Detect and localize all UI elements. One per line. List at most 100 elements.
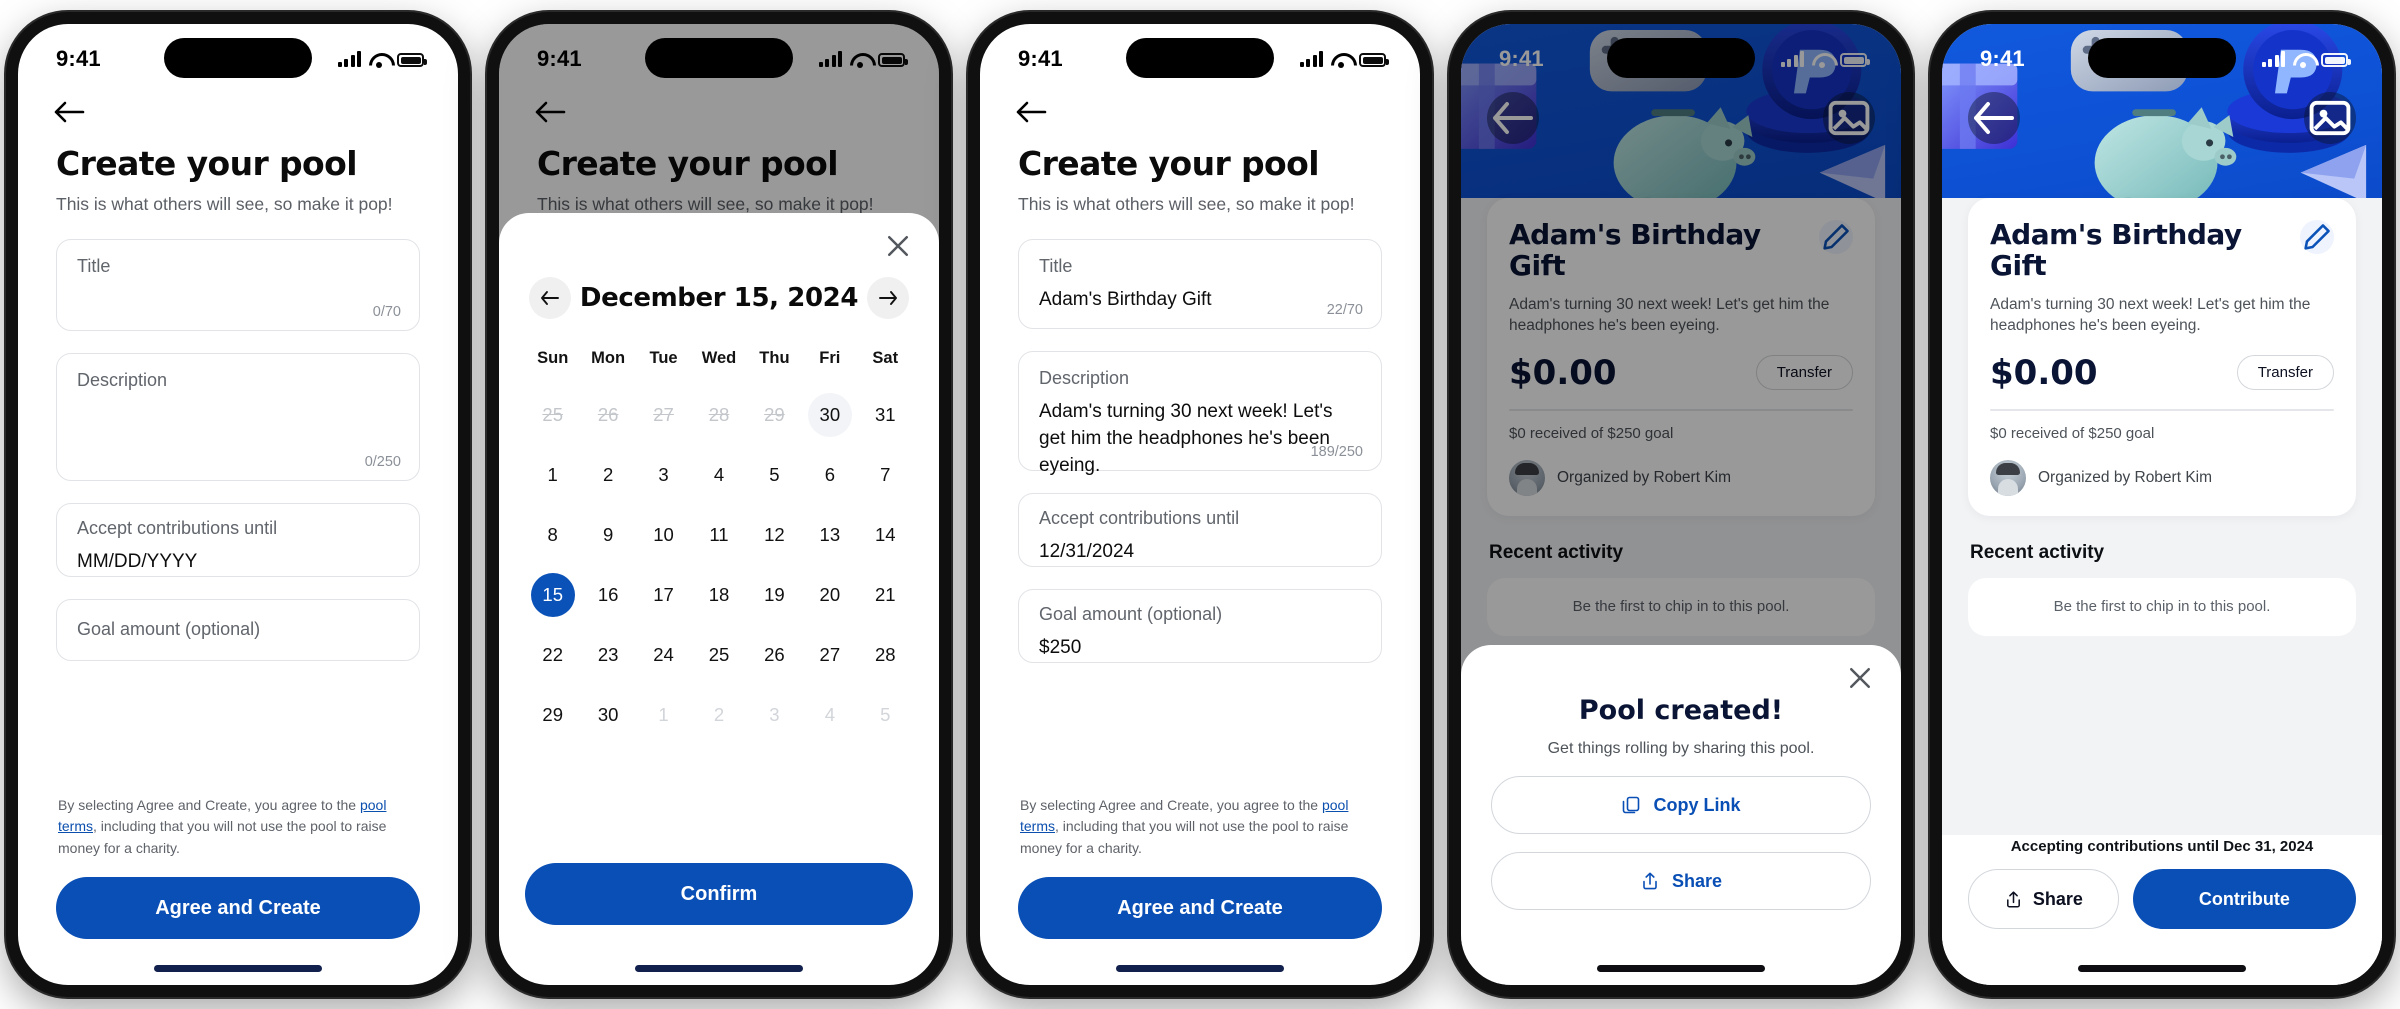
transfer-button[interactable]: Transfer bbox=[2236, 355, 2334, 391]
calendar-day-5[interactable]: 5 bbox=[752, 453, 796, 497]
arrow-right-icon bbox=[879, 291, 897, 305]
calendar-day-13[interactable]: 13 bbox=[808, 513, 852, 557]
pencil-icon bbox=[2304, 224, 2330, 250]
calendar-day-24[interactable]: 24 bbox=[642, 633, 686, 677]
status-time: 9:41 bbox=[1018, 46, 1063, 71]
calendar-day-7[interactable]: 7 bbox=[863, 453, 907, 497]
legal-text: By selecting Agree and Create, you agree… bbox=[58, 795, 418, 859]
share-icon bbox=[1643, 872, 1657, 890]
description-char-counter: 189/250 bbox=[1310, 443, 1363, 460]
calendar-day-4: 4 bbox=[824, 704, 835, 725]
calendar-day-27[interactable]: 27 bbox=[808, 633, 852, 677]
calendar-day-16[interactable]: 16 bbox=[586, 573, 630, 617]
phone-2-date-picker: 9:41 Create your pool This is what other… bbox=[487, 12, 951, 997]
battery-icon bbox=[397, 53, 427, 67]
copy-link-label: Copy Link bbox=[1653, 794, 1741, 815]
calendar-day-12[interactable]: 12 bbox=[752, 513, 796, 557]
calendar-day-30[interactable]: 30 bbox=[807, 393, 852, 437]
screen-3-content: Create your pool This is what others wil… bbox=[980, 94, 1420, 663]
edit-pool-button[interactable] bbox=[2300, 220, 2334, 254]
calendar-day-9[interactable]: 9 bbox=[586, 513, 630, 557]
goal-status-text: $0 received of $250 goal bbox=[1990, 424, 2155, 442]
screen-4: 9:41 Adam's Birthday Gift Adam's turning… bbox=[1461, 24, 1901, 985]
calendar-day-18[interactable]: 18 bbox=[697, 573, 741, 617]
calendar-day-14[interactable]: 14 bbox=[863, 513, 907, 557]
calendar-day-29[interactable]: 29 bbox=[531, 693, 575, 737]
close-date-picker-button[interactable] bbox=[883, 231, 913, 261]
calendar-cell: 2 bbox=[580, 452, 635, 498]
calendar-day-25[interactable]: 25 bbox=[697, 633, 741, 677]
screen-3-footer: By selecting Agree and Create, you agree… bbox=[980, 795, 1420, 939]
description-field[interactable]: Description 0/250 bbox=[56, 352, 420, 481]
calendar-cell: 13 bbox=[802, 512, 857, 558]
next-month-button[interactable] bbox=[867, 277, 909, 319]
agree-and-create-button[interactable]: Agree and Create bbox=[56, 877, 420, 939]
contribute-button[interactable]: Contribute bbox=[2132, 869, 2356, 929]
phone-5-pool-detail: 9:41 Adam's Birthday Gift Adam's turning… bbox=[1930, 12, 2394, 997]
accept-until-field[interactable]: Accept contributions until 12/31/2024 bbox=[1018, 492, 1382, 567]
calendar-cell: 9 bbox=[580, 512, 635, 558]
goal-progress-bar bbox=[1990, 408, 2334, 411]
calendar-cell: 11 bbox=[691, 512, 746, 558]
status-time: 9:41 bbox=[56, 46, 101, 71]
cellular-signal-icon bbox=[818, 51, 842, 67]
calendar-cell: 28 bbox=[858, 632, 913, 678]
confirm-date-button[interactable]: Confirm bbox=[525, 863, 913, 925]
prev-month-button[interactable] bbox=[529, 277, 571, 319]
date-picker-sheet: December 15, 2024 Sun Mon Tue Wed Thu Fri Sat 2… bbox=[499, 213, 939, 985]
calendar-day-20[interactable]: 20 bbox=[808, 573, 852, 617]
calendar-day-21[interactable]: 21 bbox=[863, 573, 907, 617]
share-button[interactable]: Share bbox=[1968, 869, 2119, 929]
back-button[interactable] bbox=[1968, 92, 2020, 144]
calendar-day-27: 27 bbox=[653, 404, 674, 425]
calendar-day-31[interactable]: 31 bbox=[863, 393, 907, 437]
agree-and-create-button[interactable]: Agree and Create bbox=[1018, 877, 1382, 939]
calendar-day-2[interactable]: 2 bbox=[586, 453, 630, 497]
description-field[interactable]: Description Adam's turning 30 next week!… bbox=[1018, 350, 1382, 476]
calendar-day-17[interactable]: 17 bbox=[642, 573, 686, 617]
calendar-header: December 15, 2024 bbox=[529, 277, 909, 319]
calendar-day-8[interactable]: 8 bbox=[531, 513, 575, 557]
calendar-day-4[interactable]: 4 bbox=[697, 453, 741, 497]
change-cover-image-button[interactable] bbox=[2304, 92, 2356, 144]
calendar-day-1[interactable]: 1 bbox=[531, 453, 575, 497]
title-field[interactable]: Title 0/70 bbox=[56, 238, 420, 331]
dynamic-island bbox=[2088, 38, 2236, 78]
close-sheet-button[interactable] bbox=[1845, 663, 1875, 693]
calendar-day-3[interactable]: 3 bbox=[642, 453, 686, 497]
pool-summary-card: Adam's Birthday Gift Adam's turning 30 n… bbox=[1968, 198, 2356, 516]
goal-amount-field[interactable]: Goal amount (optional) bbox=[56, 598, 420, 661]
battery-icon bbox=[1359, 53, 1389, 67]
calendar-day-6[interactable]: 6 bbox=[808, 453, 852, 497]
calendar-month-title: December 15, 2024 bbox=[579, 283, 859, 313]
calendar-cell: 1 bbox=[636, 692, 691, 738]
calendar-day-19[interactable]: 19 bbox=[752, 573, 796, 617]
calendar-day-22[interactable]: 22 bbox=[531, 633, 575, 677]
screen-5: 9:41 Adam's Birthday Gift Adam's turning… bbox=[1942, 24, 2382, 985]
description-field-value: Adam's turning 30 next week! Let's get h… bbox=[1039, 400, 1333, 476]
back-button[interactable] bbox=[52, 94, 96, 130]
copy-link-button[interactable]: Copy Link bbox=[1491, 776, 1871, 834]
calendar-cell: 5 bbox=[858, 692, 913, 738]
calendar-cell: 23 bbox=[580, 632, 635, 678]
calendar-day-26[interactable]: 26 bbox=[752, 633, 796, 677]
recent-activity-title: Recent activity bbox=[1970, 541, 2105, 563]
title-field[interactable]: Title Adam's Birthday Gift 22/70 bbox=[1018, 238, 1382, 329]
goal-amount-field[interactable]: Goal amount (optional) $250 bbox=[1018, 588, 1382, 663]
back-button[interactable] bbox=[1014, 94, 1058, 130]
calendar-cell: 3 bbox=[747, 692, 802, 738]
calendar-day-10[interactable]: 10 bbox=[642, 513, 686, 557]
share-button[interactable]: Share bbox=[1491, 852, 1871, 910]
accept-until-field[interactable]: Accept contributions until MM/DD/YYYY bbox=[56, 502, 420, 577]
calendar-day-30[interactable]: 30 bbox=[586, 693, 630, 737]
calendar-day-11[interactable]: 11 bbox=[697, 513, 741, 557]
calendar-cell: 24 bbox=[636, 632, 691, 678]
calendar-day-15[interactable]: 15 bbox=[530, 573, 575, 617]
calendar-day-23[interactable]: 23 bbox=[586, 633, 630, 677]
pool-created-sheet: Pool created! Get things rolling by shar… bbox=[1461, 645, 1901, 985]
calendar-cell: 29 bbox=[747, 392, 802, 438]
status-icons bbox=[2261, 51, 2351, 68]
wifi-icon bbox=[369, 52, 389, 68]
close-icon bbox=[1850, 668, 1870, 688]
calendar-day-28[interactable]: 28 bbox=[863, 633, 907, 677]
